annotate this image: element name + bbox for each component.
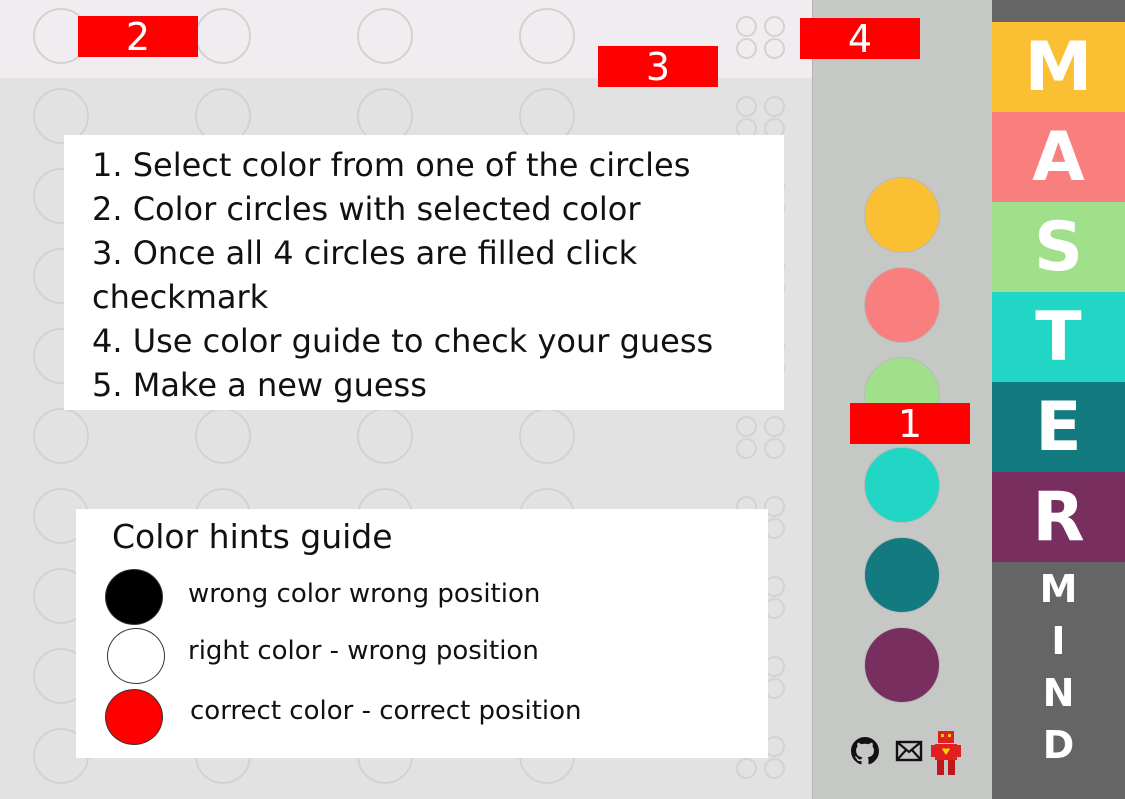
hint-peg-slot [764,416,785,437]
hint-label-black: wrong color wrong position [188,579,541,609]
hint-label-white: right color - wrong position [188,636,539,666]
title-mind-letter: N [1042,671,1075,715]
guess-row [0,398,812,478]
guess-slot-1 [33,408,89,464]
instruction-step-1: 1. Select color from one of the circles [92,146,691,184]
color-teal[interactable] [864,537,940,613]
guess-slot-2 [195,408,251,464]
marker-1: 1 [850,402,970,446]
hint-dot-black [105,569,163,625]
color-purple[interactable] [864,627,940,703]
marker-4: 4 [800,17,920,61]
color-yellow[interactable] [864,177,940,253]
instruction-step-4: 4. Use color guide to check your guess [92,322,714,360]
guess-slot-4[interactable] [519,8,575,64]
instruction-step-5: 5. Make a new guess [92,366,427,404]
color-palette [812,0,993,799]
title-letter-m: M [992,22,1125,112]
guess-slot-3[interactable] [357,8,413,64]
hint-peg-slot [736,38,757,59]
instruction-step-3: 3. Once all 4 circles are filled click c… [92,234,638,316]
color-hints-guide: Color hints guide wrong color wrong posi… [76,509,768,758]
hint-peg-slot [736,438,757,459]
footer-links [851,731,961,777]
github-icon[interactable] [851,737,879,769]
instructions-panel: 1. Select color from one of the circles … [64,135,784,410]
title-letter-r: R [992,472,1125,562]
robot-icon[interactable] [931,731,961,779]
hint-peg-slot [764,38,785,59]
hint-peg-slot [764,438,785,459]
title-letter-s: S [992,202,1125,292]
guess-slot-4 [519,408,575,464]
hint-label-red: correct color - correct position [190,696,582,726]
title-mind-letter: I [1051,619,1066,663]
title-mind-letter: D [1042,723,1075,767]
hint-dot-red [105,689,163,745]
title-letter-a: A [992,112,1125,202]
color-pink[interactable] [864,267,940,343]
hint-peg-slot [736,96,757,117]
instruction-step-2: 2. Color circles with selected color [92,190,641,228]
hint-peg-slot [764,758,785,779]
title-letter-e: E [992,382,1125,472]
mail-icon[interactable] [895,739,923,767]
game-title: MASTERMIND [992,0,1125,799]
hint-peg-slot [736,16,757,37]
hint-dot-white [107,628,165,684]
guess-slot-3 [357,408,413,464]
title-letter-t: T [992,292,1125,382]
hint-peg-slot [764,96,785,117]
title-mind-letter: M [1039,567,1078,611]
hints-guide-title: Color hints guide [112,517,393,556]
color-cyan[interactable] [864,447,940,523]
hint-peg-slot [764,16,785,37]
marker-2: 2 [78,15,198,59]
hint-peg-slot [736,758,757,779]
marker-3: 3 [598,45,718,89]
guess-slot-2[interactable] [195,8,251,64]
hint-peg-slot [736,416,757,437]
